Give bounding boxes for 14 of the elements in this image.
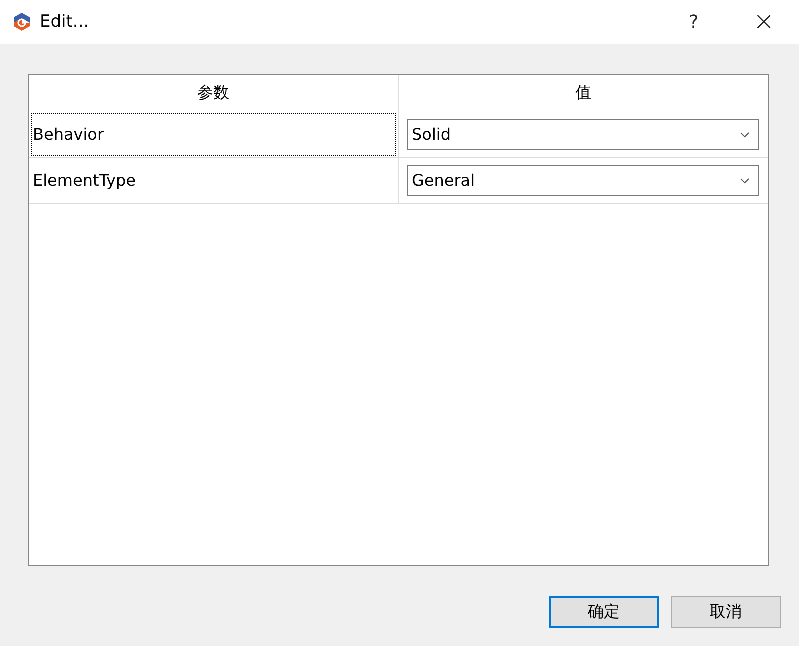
- value-dropdown[interactable]: General: [407, 165, 759, 196]
- dialog-button[interactable]: 确定: [549, 596, 659, 628]
- help-button[interactable]: ?: [659, 0, 729, 44]
- column-header[interactable]: 值: [399, 75, 768, 112]
- dialog-button[interactable]: 取消: [671, 596, 781, 628]
- chevron-down-icon: [740, 178, 750, 184]
- app-logo-icon: [12, 12, 32, 32]
- column-header[interactable]: 参数: [29, 75, 399, 112]
- parameter-cell[interactable]: ElementType: [31, 159, 396, 202]
- chevron-down-icon: [740, 132, 750, 138]
- close-button[interactable]: ×: [729, 0, 799, 44]
- value-dropdown[interactable]: Solid: [407, 119, 759, 150]
- window-title: Edit...: [40, 12, 90, 32]
- parameter-cell[interactable]: Behavior: [31, 113, 396, 156]
